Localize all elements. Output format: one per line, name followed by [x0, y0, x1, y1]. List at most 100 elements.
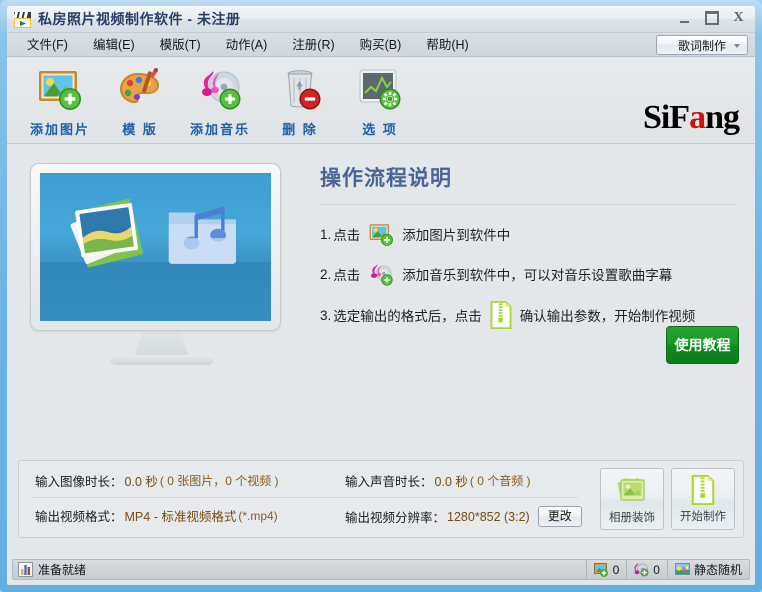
status-bar: 准备就绪 0 0 静态随机 — [12, 559, 750, 580]
tutorial-button-label: 使用教程 — [674, 337, 731, 353]
status-picture-count[interactable]: 0 — [585, 560, 627, 579]
chart-bars-icon — [18, 562, 33, 577]
instruction-step-2: 2. 点击 添加音乐到软件中，可以对音乐设置歌曲字幕 — [320, 261, 737, 287]
output-resolution-group: 输出视频分辨率： 1280*852 (3:2) 更改 — [345, 506, 582, 527]
toolbar-options-button[interactable]: 选 项 — [340, 65, 420, 138]
output-format-value: MP4 - 标准视频格式 — [124, 510, 237, 524]
image-duration-detail: ( 0 张图片，0 个视频 ) — [159, 474, 279, 488]
transition-icon — [674, 562, 690, 577]
brand-logo: SiFang — [642, 99, 740, 137]
toolbar-add-picture-label: 添加图片 — [29, 122, 90, 137]
add-music-icon — [368, 261, 394, 287]
menu-file[interactable]: 文件(F) — [23, 34, 72, 56]
menu-register[interactable]: 注册(R) — [288, 34, 338, 56]
audio-duration-label: 输入声音时长： — [345, 475, 433, 489]
menu-template[interactable]: 模版(T) — [156, 34, 205, 56]
toolbar-add-music-label: 添加音乐 — [189, 122, 250, 137]
instructions-title: 操作流程说明 — [320, 167, 452, 190]
application-window: 私房照片视频制作软件 - 未注册 X 文件(F) 编辑(E) 模版(T) 动作(… — [0, 0, 762, 592]
status-text: 准备就绪 — [38, 563, 87, 577]
step-2-number: 2. — [320, 266, 332, 282]
audio-duration-value: 0.0 秒 — [434, 475, 468, 489]
status-bar-left: 准备就绪 — [13, 561, 86, 578]
title-bar-left: 私房照片视频制作软件 - 未注册 — [13, 10, 240, 29]
add-music-icon — [196, 65, 244, 113]
status-transition-mode[interactable]: 静态随机 — [666, 560, 749, 579]
lyrics-maker-dropdown[interactable]: 歌词制作 — [656, 35, 748, 55]
monitor-preview — [30, 163, 293, 365]
title-bar: 私房照片视频制作软件 - 未注册 X — [7, 6, 755, 33]
window-client-area: 私房照片视频制作软件 - 未注册 X 文件(F) 编辑(E) 模版(T) 动作(… — [7, 6, 755, 585]
toolbar-template-button[interactable]: 模 版 — [100, 65, 180, 138]
instructions-panel: 操作流程说明 1. 点击 添加图片到软件中 2. 点击 添加音乐到软件中，可以对… — [320, 162, 737, 343]
brand-part-1: SiF — [642, 99, 690, 136]
step-3-number: 3. — [320, 307, 332, 323]
instruction-step-3: 3. 选定输出的格式后，点击 确认输出参数，开始制作视频 — [320, 301, 737, 329]
add-picture-icon — [36, 65, 84, 113]
palette-icon — [116, 65, 164, 113]
toolbar-add-music-button[interactable]: 添加音乐 — [180, 65, 260, 138]
step-1-number: 1. — [320, 226, 332, 242]
options-icon — [356, 65, 404, 113]
start-make-button[interactable]: 开始制作 — [671, 468, 735, 530]
toolbar: 添加图片 模 版 添加音乐 删 除 选 项 SiFang — [7, 57, 755, 144]
toolbar-add-picture-button[interactable]: 添加图片 — [20, 65, 100, 138]
minimize-icon[interactable] — [676, 10, 693, 26]
toolbar-delete-button[interactable]: 删 除 — [260, 65, 340, 138]
picture-count-icon — [593, 562, 609, 577]
photos-and-music-folder-illustration — [70, 198, 236, 268]
monitor-bezel — [30, 163, 281, 331]
window-controls: X — [676, 10, 747, 26]
instruction-step-1: 1. 点击 添加图片到软件中 — [320, 221, 737, 247]
step-3-before: 选定输出的格式后，点击 — [333, 309, 482, 324]
toolbar-template-label: 模 版 — [122, 122, 158, 137]
audio-duration-group: 输入声音时长： 0.0 秒 ( 0 个音频 ) — [345, 471, 531, 490]
album-decoration-label: 相册装饰 — [609, 511, 655, 524]
menu-edit[interactable]: 编辑(E) — [89, 34, 139, 56]
monitor-stand-base — [109, 355, 214, 365]
change-resolution-button[interactable]: 更改 — [537, 506, 582, 527]
output-resolution-value: 1280*852 (3:2) — [447, 509, 530, 524]
album-decoration-icon — [615, 474, 649, 506]
status-music-count-value: 0 — [653, 562, 660, 577]
status-bar-right: 0 0 静态随机 — [585, 560, 749, 579]
image-duration-value: 0.0 秒 — [124, 475, 158, 489]
menu-bar: 文件(F) 编辑(E) 模版(T) 动作(A) 注册(R) 购买(B) 帮助(H… — [7, 33, 755, 57]
toolbar-options-label: 选 项 — [362, 122, 398, 137]
chevron-down-icon — [734, 44, 740, 48]
start-make-label: 开始制作 — [680, 510, 726, 523]
start-make-icon — [490, 301, 512, 329]
step-1-before: 点击 — [333, 228, 361, 243]
step-2-after: 添加音乐到软件中，可以对音乐设置歌曲字幕 — [402, 268, 673, 283]
info-panel-action-buttons: 相册装饰 开始制作 — [600, 468, 735, 530]
delete-trash-icon — [276, 65, 324, 113]
status-picture-count-value: 0 — [612, 562, 620, 577]
output-resolution-label: 输出视频分辨率： — [345, 511, 446, 525]
step-1-after: 添加图片到软件中 — [402, 228, 511, 243]
info-panel-divider — [31, 497, 578, 498]
menu-action[interactable]: 动作(A) — [222, 34, 272, 56]
main-content: 操作流程说明 1. 点击 添加图片到软件中 2. 点击 添加音乐到软件中，可以对… — [7, 144, 755, 460]
menu-buy[interactable]: 购买(B) — [356, 34, 406, 56]
album-decoration-button[interactable]: 相册装饰 — [600, 468, 664, 530]
window-title: 私房照片视频制作软件 - 未注册 — [38, 11, 241, 27]
info-panel: 输入图像时长： 0.0 秒 ( 0 张图片，0 个视频 ) 输入声音时长： 0.… — [18, 460, 744, 538]
lyrics-maker-dropdown-value: 歌词制作 — [677, 38, 726, 53]
monitor-screen — [40, 173, 271, 321]
maximize-icon[interactable] — [703, 10, 720, 26]
status-music-count[interactable]: 0 — [626, 560, 667, 579]
menu-help[interactable]: 帮助(H) — [422, 34, 472, 56]
music-count-icon — [634, 562, 649, 577]
status-transition-value: 静态随机 — [693, 563, 742, 577]
output-format-label: 输出视频格式： — [35, 510, 123, 524]
tutorial-button[interactable]: 使用教程 — [666, 326, 739, 364]
output-format-extension: (*.mp4) — [238, 508, 278, 523]
brand-part-2: ng — [705, 99, 740, 136]
audio-duration-detail: ( 0 个音频 ) — [469, 474, 531, 488]
close-icon[interactable]: X — [730, 10, 747, 26]
toolbar-delete-label: 删 除 — [282, 122, 318, 137]
step-2-before: 点击 — [333, 268, 361, 283]
step-3-after: 确认输出参数，开始制作视频 — [519, 309, 696, 324]
image-duration-label: 输入图像时长： — [35, 475, 123, 489]
film-clapper-icon — [13, 11, 32, 29]
